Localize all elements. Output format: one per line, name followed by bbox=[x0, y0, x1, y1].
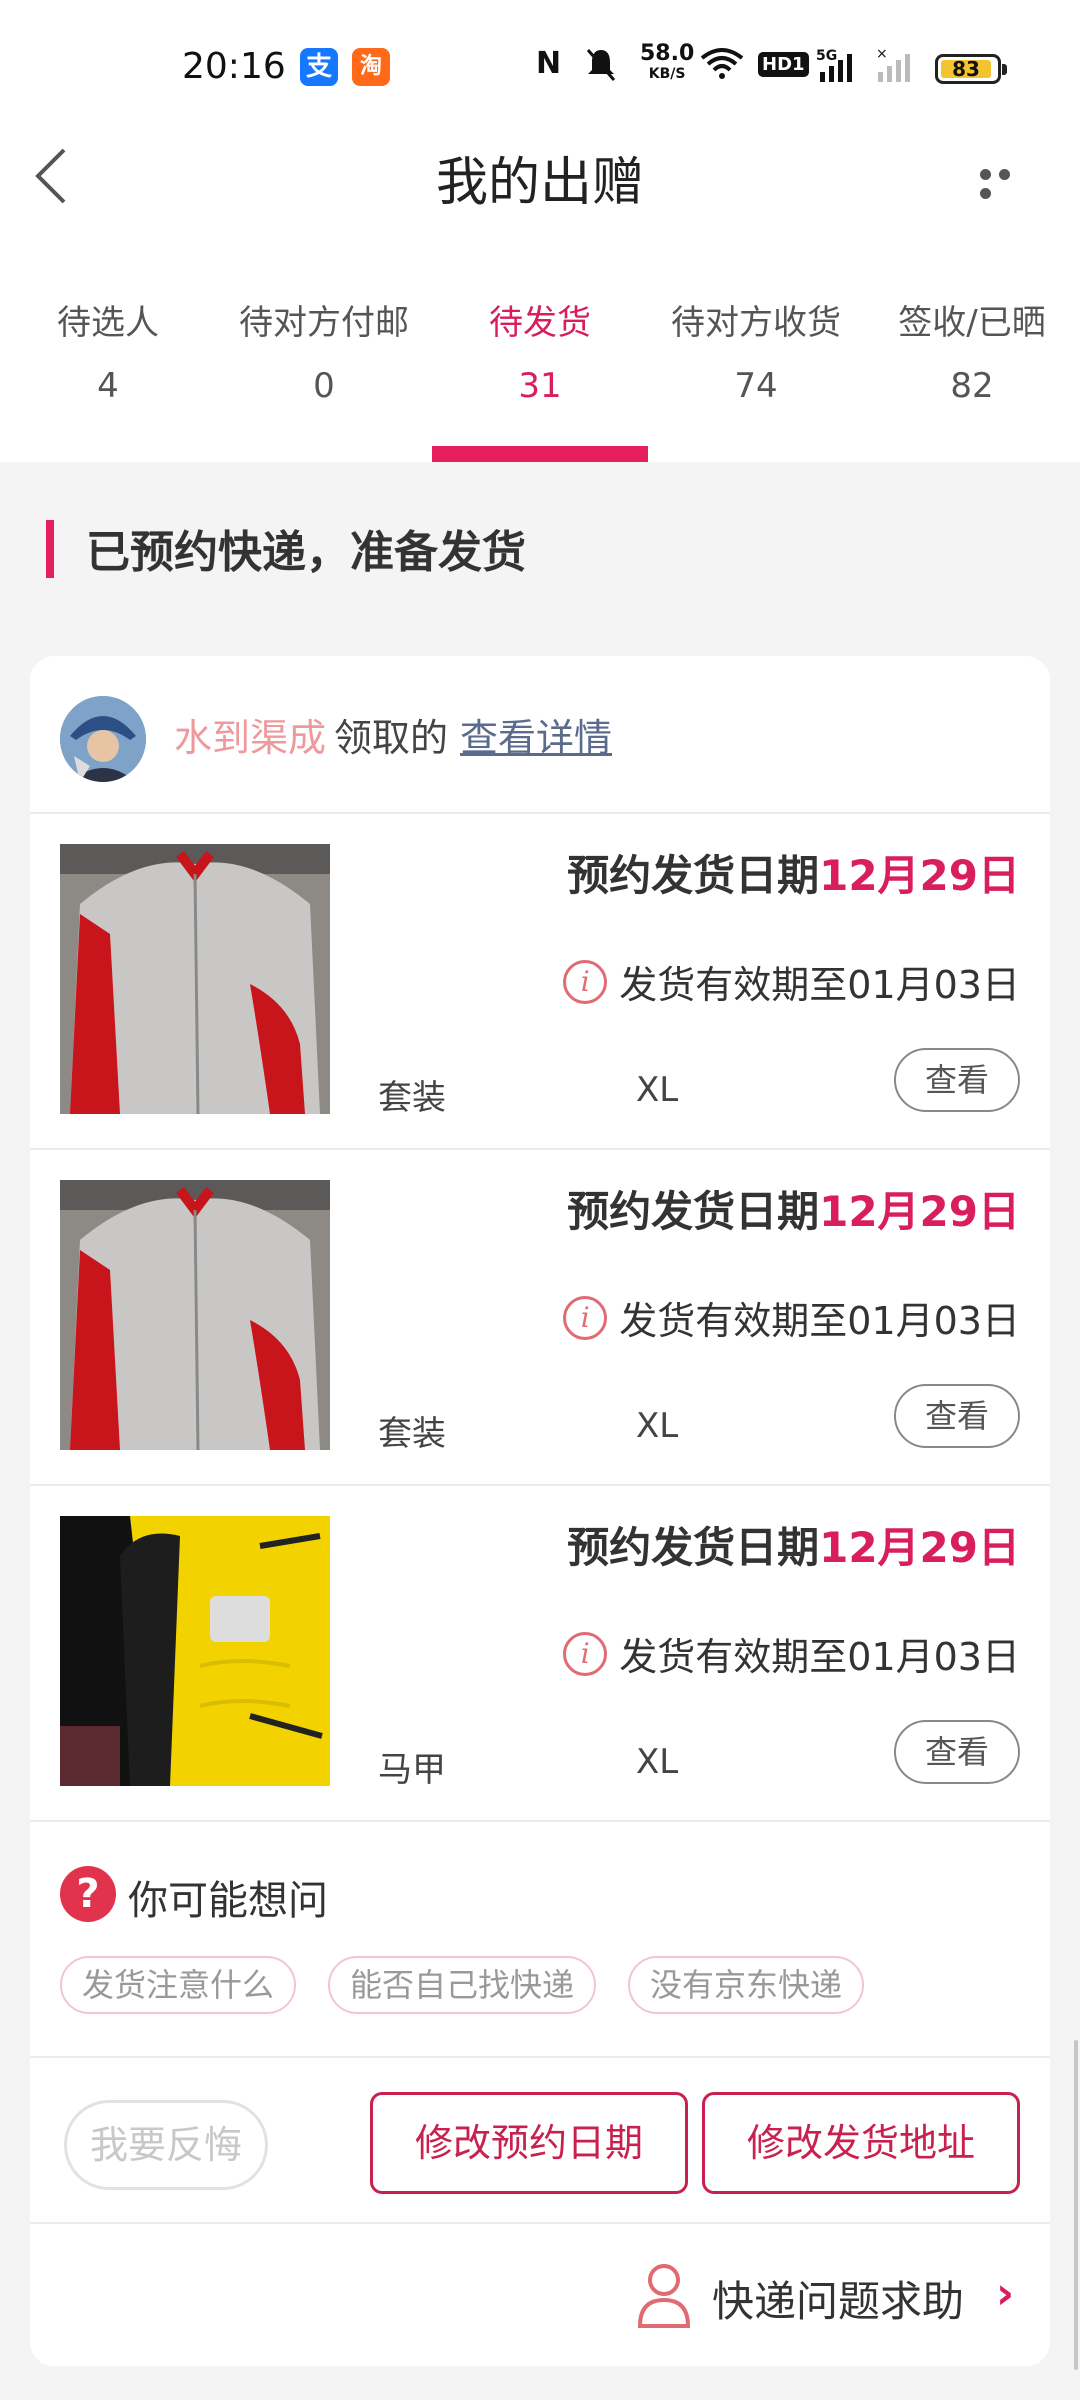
tab-label: 待选人 bbox=[57, 303, 159, 343]
view-button[interactable]: 查看 bbox=[894, 1384, 1020, 1448]
product-image[interactable] bbox=[60, 844, 330, 1114]
item-size: XL bbox=[636, 1070, 679, 1110]
avatar[interactable] bbox=[60, 696, 146, 782]
tab-received[interactable]: 签收/已晒 82 bbox=[864, 296, 1080, 462]
tab-label: 待对方收货 bbox=[671, 303, 841, 343]
alipay-icon: 支 bbox=[300, 48, 338, 86]
product-image[interactable] bbox=[60, 1180, 330, 1450]
battery-icon: 83 bbox=[935, 54, 1007, 84]
mute-icon bbox=[584, 46, 618, 89]
order-card: 水到渠成 领取的 查看详情 预约发货日期12月29日 i 发货有效期至01月03日 … bbox=[30, 656, 1050, 2366]
claimer-row: 水到渠成 领取的 查看详情 bbox=[30, 656, 1050, 814]
info-icon[interactable]: i bbox=[563, 1295, 608, 1340]
change-address-button[interactable]: 修改发货地址 bbox=[702, 2092, 1020, 2194]
net-speed: 58.0 KB/S bbox=[640, 41, 695, 84]
valid-period: i 发货有效期至01月03日 bbox=[563, 954, 1020, 1009]
courier-help-label: 快递问题求助 bbox=[712, 2277, 965, 2326]
tab-count: 4 bbox=[97, 366, 119, 406]
tab-count: 74 bbox=[734, 366, 778, 406]
hd-icon: HD1 bbox=[758, 52, 809, 77]
list-item: 预约发货日期12月29日 i 发货有效期至01月03日 马甲 XL 查看 bbox=[30, 1486, 1050, 1822]
faq-chips: 发货注意什么 能否自己找快递 没有京东快递 bbox=[60, 1956, 865, 2014]
faq-chip[interactable]: 没有京东快递 bbox=[628, 1956, 865, 2014]
chevron-right-icon: › bbox=[996, 2268, 1015, 2319]
tab-label: 签收/已晒 bbox=[898, 303, 1046, 343]
valid-period-text: 发货有效期至01月03日 bbox=[619, 1635, 1020, 1679]
more-icon[interactable] bbox=[980, 165, 1036, 199]
section-accent-bar bbox=[46, 520, 54, 578]
signal-5g-icon: 5G bbox=[816, 46, 860, 91]
tab-pending-selection[interactable]: 待选人 4 bbox=[0, 296, 216, 462]
action-bar: 我要反悔 修改预约日期 修改发货地址 bbox=[30, 2058, 1050, 2224]
valid-period-text: 发货有效期至01月03日 bbox=[619, 963, 1020, 1007]
tab-count: 82 bbox=[950, 366, 994, 406]
tab-pending-postage[interactable]: 待对方付邮 0 bbox=[216, 296, 432, 462]
info-icon[interactable]: i bbox=[563, 1631, 608, 1676]
item-kind: 套装 bbox=[378, 1414, 446, 1454]
ship-date-label: 预约发货日期 bbox=[567, 1187, 820, 1236]
ship-date: 预约发货日期12月29日 bbox=[567, 842, 1020, 903]
ship-date-label: 预约发货日期 bbox=[567, 1523, 820, 1572]
battery-level: 83 bbox=[952, 57, 980, 81]
claimer-line: 水到渠成 领取的 查看详情 bbox=[174, 708, 612, 768]
valid-period: i 发货有效期至01月03日 bbox=[563, 1626, 1020, 1681]
tab-label: 待发货 bbox=[489, 303, 591, 343]
tab-count: 31 bbox=[518, 366, 562, 406]
faq-chip[interactable]: 发货注意什么 bbox=[60, 1956, 297, 2014]
regret-button[interactable]: 我要反悔 bbox=[64, 2100, 268, 2190]
valid-period-text: 发货有效期至01月03日 bbox=[619, 1299, 1020, 1343]
person-icon bbox=[636, 2262, 692, 2328]
courier-help-row[interactable]: 快递问题求助 › bbox=[30, 2224, 1050, 2366]
scrollbar[interactable] bbox=[1074, 2040, 1078, 2370]
net-speed-unit: KB/S bbox=[648, 66, 686, 82]
section-title: 已预约快递，准备发货 bbox=[86, 527, 526, 578]
view-button[interactable]: 查看 bbox=[894, 1048, 1020, 1112]
tab-pending-receipt[interactable]: 待对方收货 74 bbox=[648, 296, 864, 462]
tab-count: 0 bbox=[313, 366, 335, 406]
svg-text:×: × bbox=[876, 46, 888, 62]
list-item: 预约发货日期12月29日 i 发货有效期至01月03日 套装 XL 查看 bbox=[30, 814, 1050, 1150]
question-icon: ? bbox=[60, 1866, 116, 1922]
faq-section: ? 你可能想问 发货注意什么 能否自己找快递 没有京东快递 bbox=[30, 1822, 1050, 2058]
faq-chip[interactable]: 能否自己找快递 bbox=[328, 1956, 597, 2014]
tab-pending-shipment[interactable]: 待发货 31 bbox=[432, 296, 648, 462]
faq-title: 你可能想问 bbox=[128, 1878, 328, 1924]
claimer-text: 领取的 bbox=[334, 716, 449, 760]
ship-date-value: 12月29日 bbox=[819, 1187, 1020, 1236]
item-kind: 马甲 bbox=[378, 1750, 446, 1790]
ship-date-value: 12月29日 bbox=[819, 851, 1020, 900]
ship-date-label: 预约发货日期 bbox=[567, 851, 820, 900]
taobao-icon: 淘 bbox=[352, 48, 390, 86]
status-tabs: 待选人 4 待对方付邮 0 待发货 31 待对方收货 74 签收/已晒 82 bbox=[0, 296, 1080, 462]
wifi-icon bbox=[700, 46, 744, 87]
item-kind: 套装 bbox=[378, 1078, 446, 1118]
claimer-name[interactable]: 水到渠成 bbox=[174, 716, 326, 760]
tab-label: 待对方付邮 bbox=[239, 303, 409, 343]
product-image[interactable] bbox=[60, 1516, 330, 1786]
ship-date-value: 12月29日 bbox=[819, 1523, 1020, 1572]
status-bar: 20:16 支 淘 N 58.0 KB/S HD1 5G × 83 bbox=[0, 0, 1080, 135]
signal-sim2-icon: × bbox=[874, 46, 918, 91]
change-date-button[interactable]: 修改预约日期 bbox=[370, 2092, 688, 2194]
view-details-link[interactable]: 查看详情 bbox=[460, 716, 612, 760]
ship-date: 预约发货日期12月29日 bbox=[567, 1178, 1020, 1239]
page-title: 我的出赠 bbox=[435, 153, 644, 213]
nfc-icon: N bbox=[536, 46, 562, 81]
item-size: XL bbox=[636, 1406, 679, 1446]
item-size: XL bbox=[636, 1742, 679, 1782]
valid-period: i 发货有效期至01月03日 bbox=[563, 1290, 1020, 1345]
status-time: 20:16 bbox=[182, 46, 286, 87]
list-item: 预约发货日期12月29日 i 发货有效期至01月03日 套装 XL 查看 bbox=[30, 1150, 1050, 1486]
svg-text:5G: 5G bbox=[816, 48, 837, 64]
net-speed-value: 58.0 bbox=[640, 41, 695, 66]
info-icon[interactable]: i bbox=[563, 959, 608, 1004]
active-tab-indicator bbox=[432, 446, 648, 462]
ship-date: 预约发货日期12月29日 bbox=[567, 1514, 1020, 1575]
view-button[interactable]: 查看 bbox=[894, 1720, 1020, 1784]
